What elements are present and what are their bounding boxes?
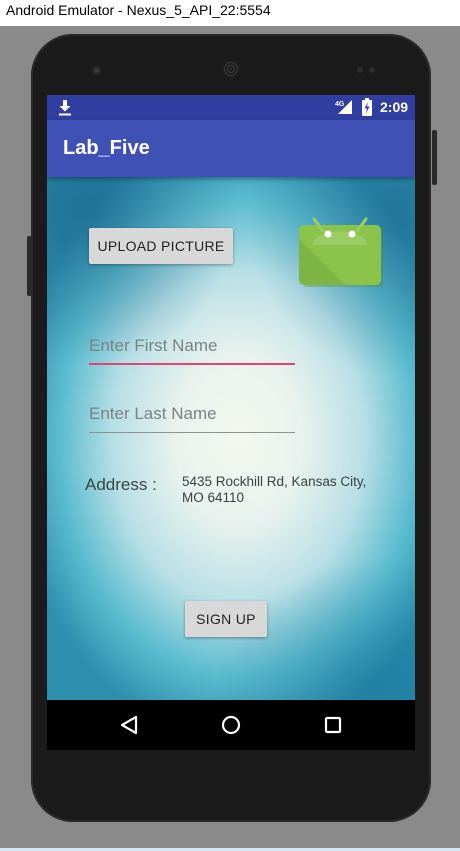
status-clock: 2:09: [380, 99, 409, 115]
power-button[interactable]: [432, 130, 437, 185]
cell-signal-icon: 4G: [335, 100, 352, 114]
front-camera: [92, 66, 101, 75]
address-label: Address :: [85, 475, 157, 494]
app-toolbar: Lab_Five: [47, 120, 415, 177]
status-bar: 4G 2:09: [47, 95, 415, 120]
download-icon: [59, 100, 71, 116]
first-name-input[interactable]: Enter First Name: [89, 331, 295, 365]
form-content: UPLOAD PICTURE Enter First Name Enter La…: [47, 177, 415, 700]
last-name-input[interactable]: Enter Last Name: [89, 399, 295, 433]
emulator-title-bar: Android Emulator - Nexus_5_API_22:5554: [0, 0, 460, 26]
window-title: Android Emulator - Nexus_5_API_22:5554: [6, 2, 271, 18]
first-name-placeholder: Enter First Name: [89, 336, 218, 355]
earpiece-speaker: [222, 60, 240, 78]
android-robot-icon[interactable]: [299, 199, 383, 287]
home-circle-icon[interactable]: [216, 710, 246, 740]
light-sensor: [369, 67, 375, 73]
proximity-sensor: [357, 67, 363, 73]
app-title: Lab_Five: [63, 137, 150, 159]
back-triangle-icon[interactable]: [114, 710, 144, 740]
upload-picture-button[interactable]: UPLOAD PICTURE: [89, 228, 233, 264]
first-name-underline: [89, 363, 295, 365]
navigation-bar: [47, 700, 415, 750]
network-type-label: 4G: [335, 101, 345, 108]
last-name-underline: [89, 432, 295, 433]
device-screen: 4G 2:09 Lab_Five UPLOAD PICTURE Enter Fi…: [47, 95, 415, 750]
volume-button[interactable]: [27, 236, 32, 296]
battery-charging-icon: [362, 98, 372, 116]
address-value: 5435 Rockhill Rd, Kansas City, MO 64110: [182, 474, 367, 505]
last-name-placeholder: Enter Last Name: [89, 404, 217, 423]
sign-up-button[interactable]: SIGN UP: [185, 601, 267, 637]
recents-square-icon[interactable]: [318, 710, 348, 740]
